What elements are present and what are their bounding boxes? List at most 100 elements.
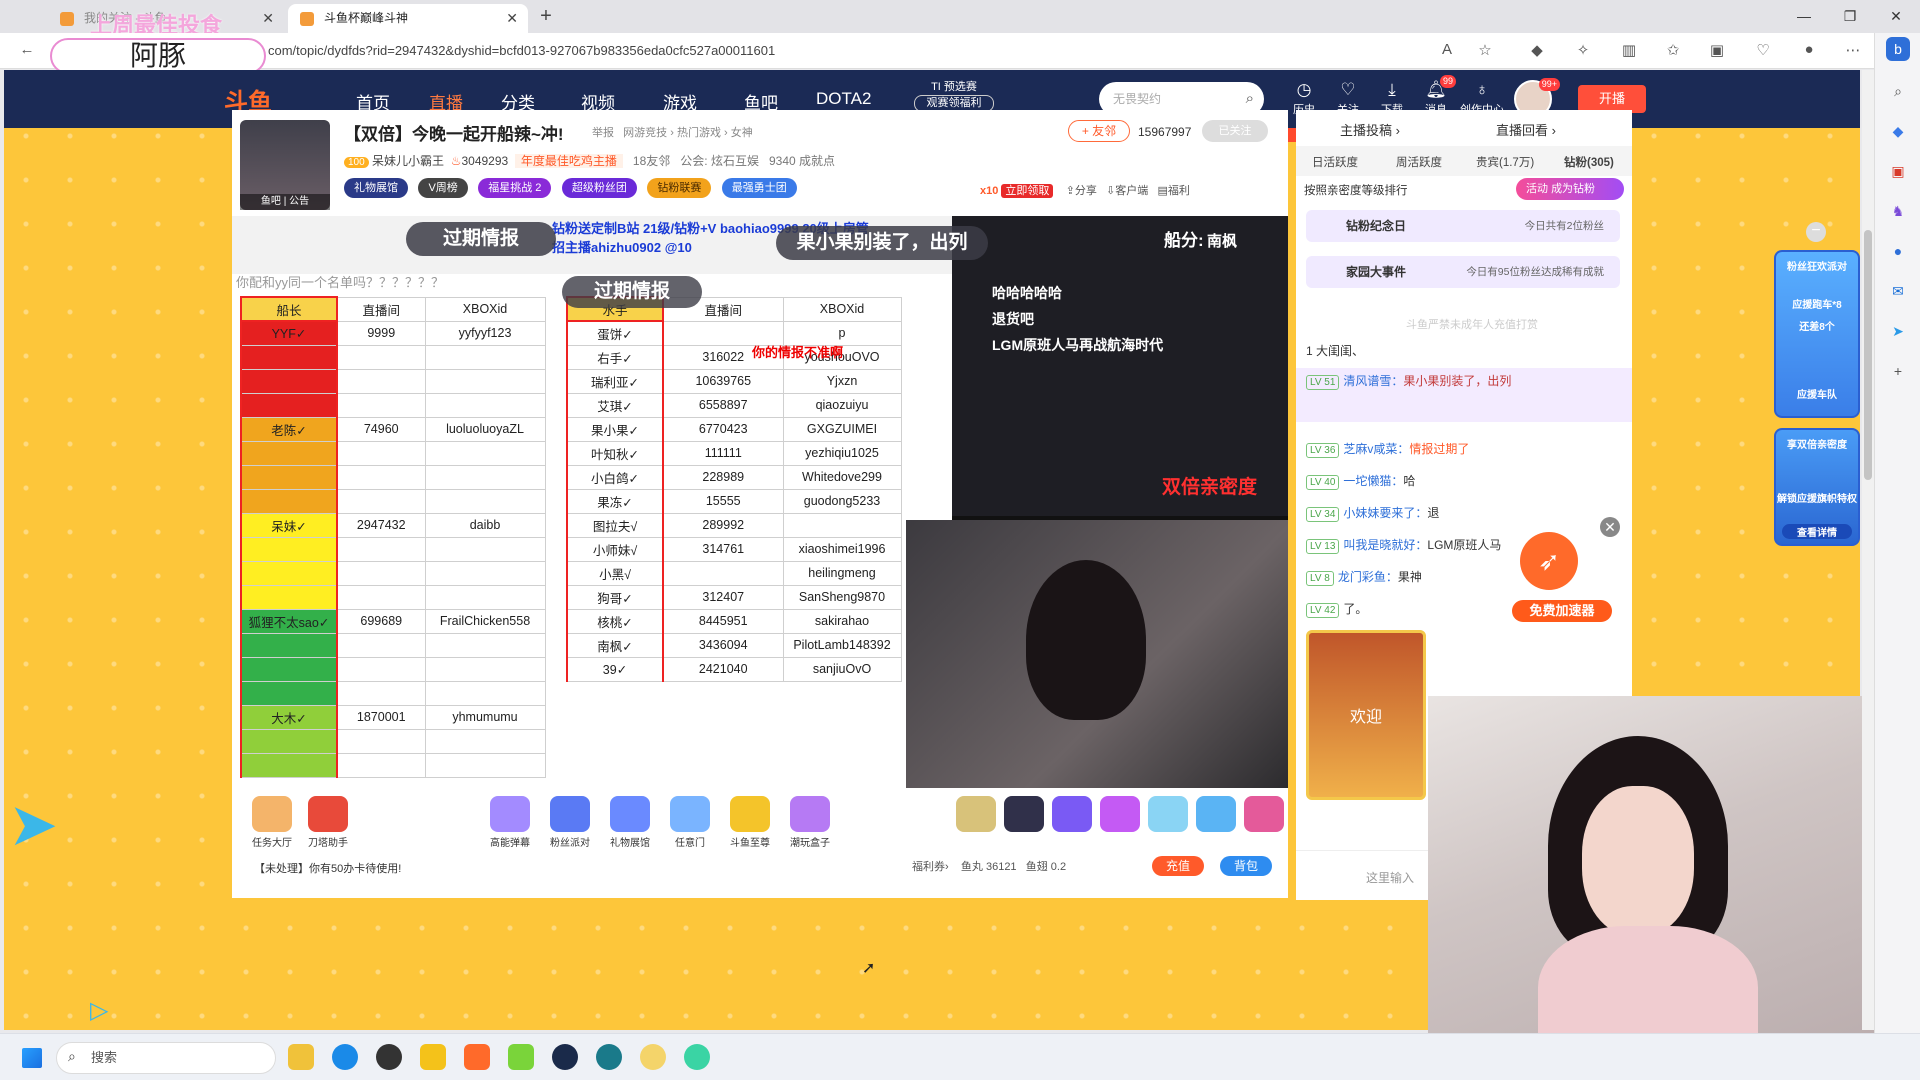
chat-nick[interactable]: 清风谱雪： [1343, 374, 1403, 388]
name-cell[interactable] [240, 344, 338, 370]
add-friend-button[interactable]: + 友邻 [1068, 120, 1130, 142]
welfare-coupon-link[interactable]: 福利券› [912, 861, 949, 873]
table-cell[interactable] [424, 584, 546, 610]
app-icon[interactable] [376, 1044, 402, 1070]
anchor-avatar[interactable]: 鱼吧 | 公告 [240, 120, 330, 210]
gift-item[interactable]: 任务大厅 [244, 796, 300, 849]
gift-item[interactable]: 斗鱼至尊 [722, 796, 778, 849]
app-icon[interactable] [596, 1044, 622, 1070]
gift-item[interactable]: 礼物展馆 [602, 796, 658, 849]
report-link[interactable]: 举报 [592, 127, 614, 139]
table-cell[interactable]: 9999 [336, 320, 426, 346]
name-cell[interactable] [240, 728, 338, 754]
table-cell[interactable] [424, 680, 546, 706]
collapse-icon[interactable]: − [1806, 222, 1826, 242]
gift-hall-pill[interactable]: 礼物展馆 [344, 178, 408, 198]
name-cell[interactable] [240, 464, 338, 490]
chat-nick[interactable]: 叫我是晓就好： [1343, 538, 1427, 552]
table-cell[interactable]: Whitedove299 [782, 464, 902, 490]
table-cell[interactable]: yezhiqiu1025 [782, 440, 902, 466]
coupon-notice[interactable]: 【未处理】你有50办卡待使用! [254, 860, 401, 876]
double-intimacy-ad[interactable]: 享双倍亲密度 解锁应援旗帜特权 查看详情 [1774, 428, 1860, 546]
start-broadcast-button[interactable]: 开播 [1578, 85, 1646, 113]
table-cell[interactable]: sanjiuOvO [782, 656, 902, 682]
table-cell[interactable] [336, 392, 426, 418]
gift-item[interactable] [1236, 796, 1292, 834]
tab-daily-activity[interactable]: 日活跃度 [1312, 154, 1358, 170]
avatar-caption[interactable]: 鱼吧 | 公告 [240, 194, 330, 210]
table-cell[interactable] [424, 368, 546, 394]
table-cell[interactable] [424, 656, 546, 682]
table-cell[interactable]: PilotLamb148392 [782, 632, 902, 658]
home-events-card[interactable]: 家园大事件 今日有95位粉丝达成稀有成就 [1306, 256, 1620, 288]
favorite-star-icon[interactable]: ☆ [1474, 41, 1496, 61]
name-cell[interactable] [240, 752, 338, 778]
recharge-button[interactable]: 充值 [1152, 856, 1204, 876]
table-cell[interactable] [424, 392, 546, 418]
name-cell[interactable]: 老陈✓ [240, 416, 338, 442]
table-cell[interactable]: FrailChicken558 [424, 608, 546, 634]
split-screen-icon[interactable]: ▥ [1618, 41, 1640, 61]
replay-link[interactable]: 直播回看 › [1496, 120, 1556, 139]
toolbox-icon[interactable]: ▣ [1886, 159, 1910, 183]
table-cell[interactable]: 6770423 [662, 416, 784, 442]
close-window-button[interactable]: ✕ [1876, 4, 1916, 28]
name-cell[interactable]: 狗哥✓ [566, 584, 664, 610]
table-cell[interactable]: 15555 [662, 488, 784, 514]
table-cell[interactable] [424, 344, 546, 370]
app-icon[interactable] [420, 1044, 446, 1070]
free-accelerator-button[interactable]: 免费加速器 [1512, 600, 1612, 622]
name-cell[interactable]: 瑞利亚✓ [566, 368, 664, 394]
view-details-button[interactable]: 查看详情 [1782, 524, 1852, 539]
nav-dota2[interactable]: DOTA2 [816, 89, 871, 109]
achievement-points[interactable]: 9340 成就点 [769, 154, 835, 168]
new-tab-button[interactable]: + [533, 4, 559, 30]
name-cell[interactable] [240, 440, 338, 466]
table-cell[interactable]: 74960 [336, 416, 426, 442]
name-cell[interactable]: 呆妹✓ [240, 512, 338, 538]
name-cell[interactable]: 狐狸不太sao✓ [240, 608, 338, 634]
table-cell[interactable] [336, 464, 426, 490]
app-icon[interactable] [640, 1044, 666, 1070]
diamond-anniversary-card[interactable]: 钻粉纪念日 今日共有2位粉丝 [1306, 210, 1620, 242]
gift-item[interactable]: 高能弹幕 [482, 796, 538, 849]
name-cell[interactable]: 图拉夫√ [566, 512, 664, 538]
table-cell[interactable] [424, 440, 546, 466]
name-cell[interactable] [240, 632, 338, 658]
table-cell[interactable] [782, 512, 902, 538]
table-cell[interactable]: luoluoluoyaZL [424, 416, 546, 442]
outlook-icon[interactable]: ✉ [1886, 279, 1910, 303]
lucky-challenge-pill[interactable]: 福星挑战 2 [478, 178, 552, 198]
table-cell[interactable]: SanSheng9870 [782, 584, 902, 610]
name-cell[interactable] [240, 680, 338, 706]
table-cell[interactable]: 289992 [662, 512, 784, 538]
table-cell[interactable] [336, 584, 426, 610]
client-link[interactable]: 客户端 [1115, 185, 1148, 197]
share-link[interactable]: 分享 [1075, 185, 1097, 197]
send-icon[interactable]: ➤ [1886, 319, 1910, 343]
table-cell[interactable] [336, 656, 426, 682]
table-cell[interactable]: 8445951 [662, 608, 784, 634]
table-cell[interactable]: daibb [424, 512, 546, 538]
games-icon[interactable]: ♞ [1886, 199, 1910, 223]
table-cell[interactable] [336, 632, 426, 658]
table-cell[interactable]: 699689 [336, 608, 426, 634]
table-cell[interactable] [336, 536, 426, 562]
name-cell[interactable]: 艾琪✓ [566, 392, 664, 418]
table-cell[interactable] [336, 488, 426, 514]
table-cell[interactable] [336, 440, 426, 466]
table-cell[interactable] [424, 632, 546, 658]
name-cell[interactable]: 右手✓ [566, 344, 664, 370]
name-cell[interactable]: YYF✓ [240, 320, 338, 346]
scrollbar-thumb[interactable] [1864, 230, 1872, 480]
m365-icon[interactable]: ● [1886, 239, 1910, 263]
browser-tab-active[interactable]: 斗鱼杯巅峰斗神 ✕ [288, 4, 528, 33]
name-cell[interactable] [240, 368, 338, 394]
chat-nick[interactable]: 芝麻v咸菜： [1343, 442, 1409, 456]
gift-item[interactable]: 潮玩盒子 [782, 796, 838, 849]
add-icon[interactable]: + [1886, 359, 1910, 383]
app-icon[interactable] [684, 1044, 710, 1070]
table-cell[interactable] [424, 752, 546, 778]
name-cell[interactable]: 叶知秋✓ [566, 440, 664, 466]
table-cell[interactable] [662, 560, 784, 586]
